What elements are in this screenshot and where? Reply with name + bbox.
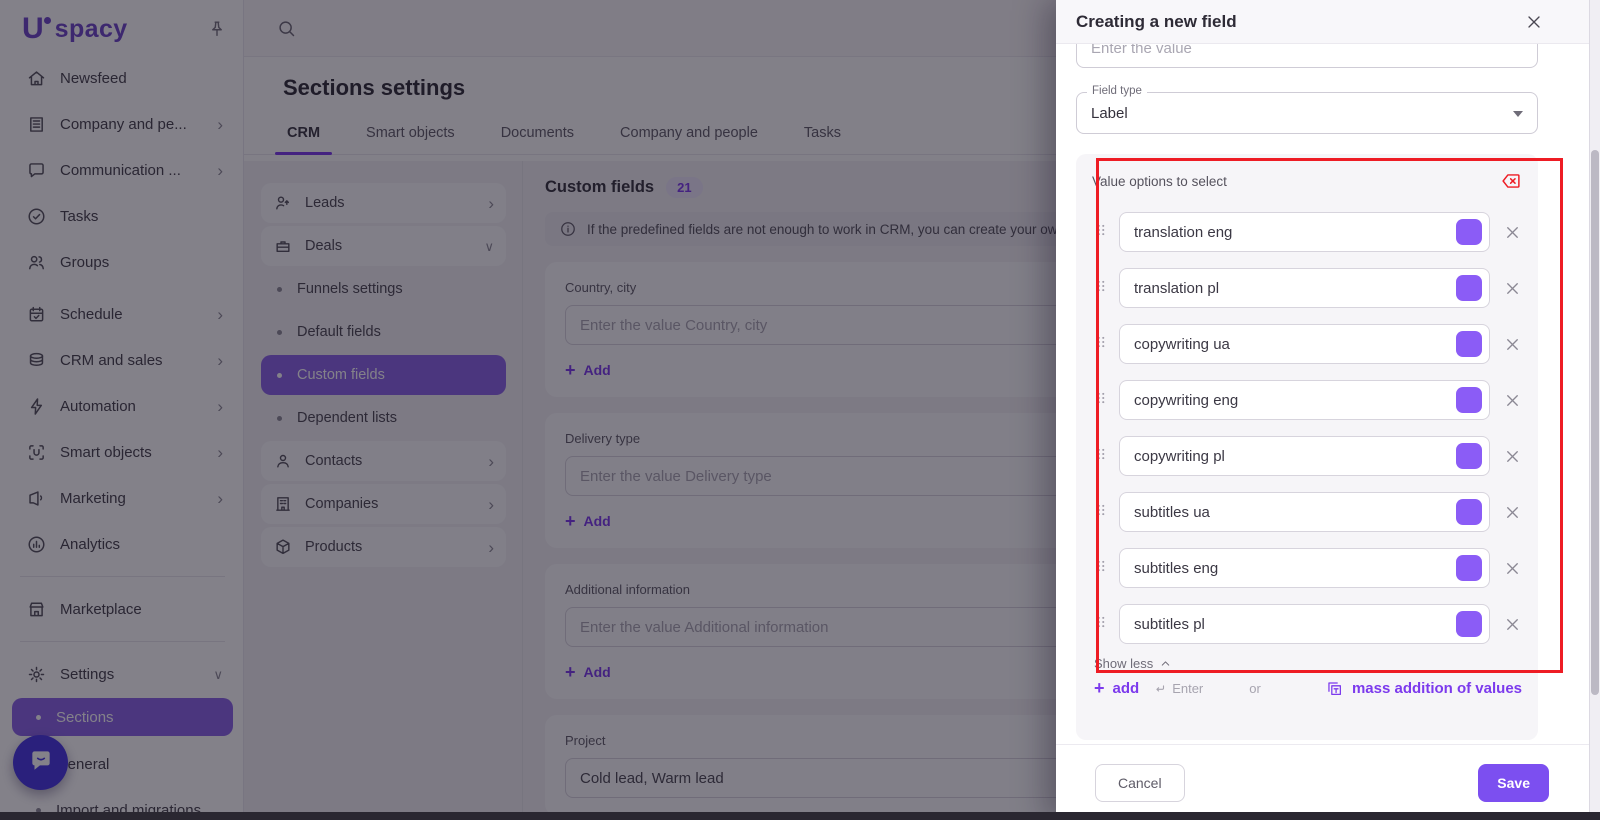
color-swatch[interactable] <box>1456 443 1482 469</box>
save-button[interactable]: Save <box>1478 764 1549 802</box>
option-row <box>1092 436 1522 476</box>
drawer-scrollbar <box>1589 0 1600 820</box>
color-swatch[interactable] <box>1456 499 1482 525</box>
mass-addition-label: mass addition of values <box>1352 680 1522 697</box>
scrollbar-thumb[interactable] <box>1591 150 1599 695</box>
option-value-input[interactable] <box>1119 268 1490 308</box>
option-row <box>1092 268 1522 308</box>
option-value-input[interactable] <box>1119 212 1490 252</box>
drag-handle-icon[interactable] <box>1092 221 1110 244</box>
drag-handle-icon[interactable] <box>1092 389 1110 412</box>
option-row <box>1092 212 1522 252</box>
remove-option-button[interactable] <box>1503 559 1522 578</box>
close-icon[interactable] <box>1524 12 1544 32</box>
option-value-field <box>1119 492 1490 532</box>
value-options-title: Value options to select <box>1092 174 1227 189</box>
drawer-title: Creating a new field <box>1076 12 1237 32</box>
cancel-button[interactable]: Cancel <box>1095 764 1185 802</box>
app-window: U spacy Newsfeed Company and pe... › Com… <box>0 0 1600 820</box>
add-option-row: add Enter or mass addition of values <box>1092 679 1522 698</box>
remove-option-button[interactable] <box>1503 391 1522 410</box>
option-row <box>1092 548 1522 588</box>
option-value-input[interactable] <box>1119 548 1490 588</box>
show-less-toggle[interactable]: Show less <box>1092 656 1522 671</box>
remove-option-button[interactable] <box>1503 447 1522 466</box>
option-value-field <box>1119 380 1490 420</box>
modal-backdrop[interactable] <box>0 0 1056 820</box>
drag-handle-icon[interactable] <box>1092 445 1110 468</box>
add-option-label: add <box>1113 680 1140 697</box>
drawer-footer: Cancel Save <box>1056 744 1600 820</box>
value-options-section: Value options to select <box>1076 154 1538 740</box>
select-caret-icon <box>1513 111 1523 117</box>
option-value-field <box>1119 436 1490 476</box>
drawer-header: Creating a new field <box>1056 0 1600 44</box>
return-icon <box>1153 682 1167 696</box>
bottom-edge-strip <box>0 812 1600 820</box>
creating-new-field-drawer: Field type Label Value options to select <box>1056 0 1600 820</box>
field-type-value: Label <box>1091 105 1128 122</box>
enter-key-hint: Enter <box>1153 681 1203 696</box>
remove-option-button[interactable] <box>1503 335 1522 354</box>
enter-hint-label: Enter <box>1172 681 1203 696</box>
remove-option-button[interactable] <box>1503 503 1522 522</box>
mass-addition-icon <box>1325 679 1344 698</box>
add-option-button[interactable]: add <box>1094 679 1139 698</box>
option-row <box>1092 604 1522 644</box>
drag-handle-icon[interactable] <box>1092 613 1110 636</box>
option-value-field <box>1119 324 1490 364</box>
option-value-input[interactable] <box>1119 324 1490 364</box>
field-type-label: Field type <box>1087 85 1147 97</box>
color-swatch[interactable] <box>1456 275 1482 301</box>
color-swatch[interactable] <box>1456 387 1482 413</box>
remove-option-button[interactable] <box>1503 279 1522 298</box>
chevron-up-icon <box>1159 657 1172 670</box>
color-swatch[interactable] <box>1456 555 1482 581</box>
color-swatch[interactable] <box>1456 219 1482 245</box>
option-value-field <box>1119 548 1490 588</box>
drag-handle-icon[interactable] <box>1092 333 1110 356</box>
drag-handle-icon[interactable] <box>1092 277 1110 300</box>
plus-icon <box>1094 679 1105 698</box>
option-value-field <box>1119 212 1490 252</box>
remove-option-button[interactable] <box>1503 615 1522 634</box>
option-value-field <box>1119 604 1490 644</box>
drag-handle-icon[interactable] <box>1092 501 1110 524</box>
option-value-input[interactable] <box>1119 380 1490 420</box>
option-row <box>1092 380 1522 420</box>
option-row <box>1092 492 1522 532</box>
field-type-select[interactable]: Field type Label <box>1076 92 1538 134</box>
color-swatch[interactable] <box>1456 331 1482 357</box>
option-row <box>1092 324 1522 364</box>
color-swatch[interactable] <box>1456 611 1482 637</box>
option-value-input[interactable] <box>1119 436 1490 476</box>
or-label: or <box>1249 681 1261 696</box>
drag-handle-icon[interactable] <box>1092 557 1110 580</box>
show-less-label: Show less <box>1094 656 1153 671</box>
clear-all-values-icon[interactable] <box>1500 170 1522 192</box>
option-value-field <box>1119 268 1490 308</box>
option-value-input[interactable] <box>1119 604 1490 644</box>
mass-addition-button[interactable]: mass addition of values <box>1325 679 1522 698</box>
option-value-input[interactable] <box>1119 492 1490 532</box>
drawer-body: Field type Label Value options to select <box>1076 0 1538 744</box>
remove-option-button[interactable] <box>1503 223 1522 242</box>
